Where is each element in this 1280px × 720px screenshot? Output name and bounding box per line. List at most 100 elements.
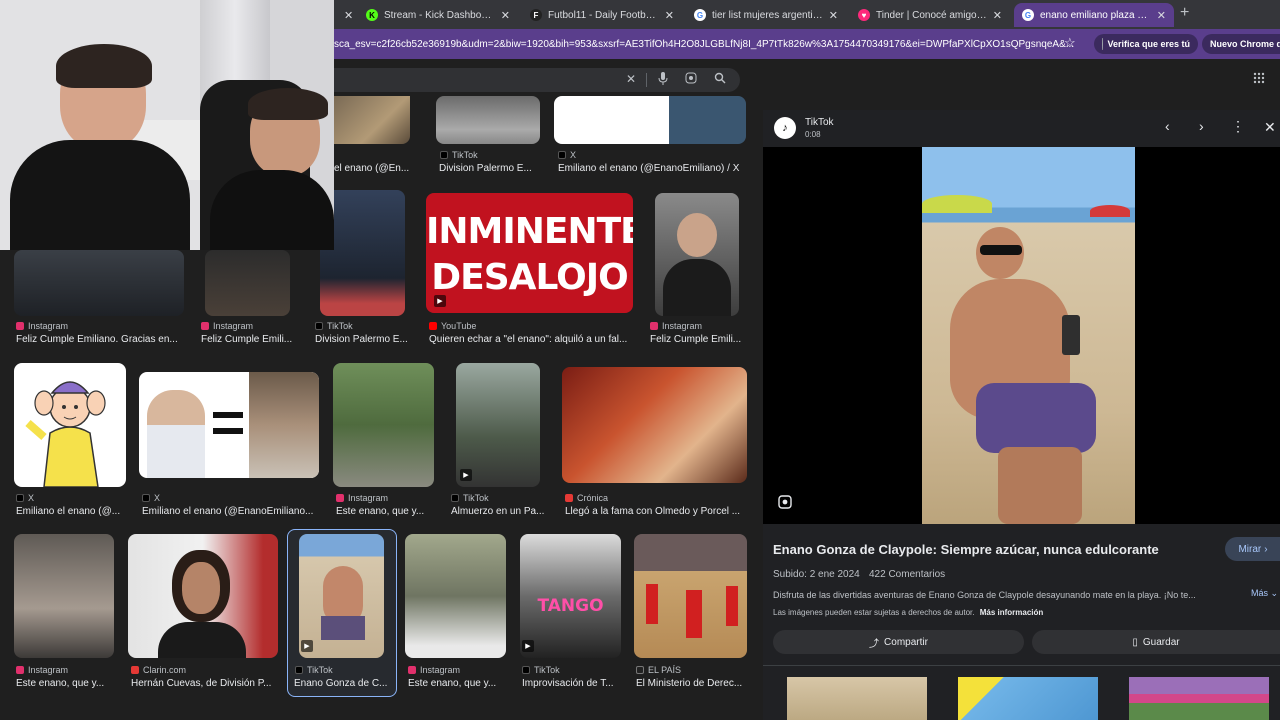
cam-person-left-hair <box>56 44 152 88</box>
tab-title: Futbol11 - Daily Football Game <box>548 9 659 21</box>
preview-source[interactable]: TikTok <box>805 117 834 128</box>
result-title[interactable]: Enano Gonza de C... <box>294 678 392 689</box>
tab-google-search-active[interactable]: G enano emiliano plaza serrano ✕ <box>1014 3 1174 27</box>
play-icon: ▶ <box>460 469 472 481</box>
image-result[interactable] <box>14 534 114 658</box>
tiktok-icon <box>315 322 323 330</box>
close-icon[interactable]: ✕ <box>501 9 510 22</box>
close-icon[interactable]: ✕ <box>993 9 1002 22</box>
close-icon[interactable]: ✕ <box>1157 9 1166 22</box>
google-icon: G <box>694 9 706 21</box>
image-result[interactable] <box>562 367 747 483</box>
result-title[interactable]: Emiliano el enano (@EnanoEmiliano) / X <box>558 163 748 174</box>
microphone-icon[interactable] <box>658 72 668 88</box>
image-result[interactable] <box>655 193 739 316</box>
result-source: X <box>16 493 34 503</box>
close-icon[interactable]: ✕ <box>829 9 838 22</box>
instagram-icon <box>16 666 24 674</box>
result-title[interactable]: Emiliano el enano (@EnanoEmiliano... <box>142 506 318 517</box>
can <box>1062 315 1080 355</box>
next-icon[interactable]: › <box>1199 118 1204 134</box>
share-label: Compartir <box>884 636 928 648</box>
result-source: TikTok <box>295 665 333 675</box>
image-result[interactable] <box>14 250 184 316</box>
result-title[interactable]: Emiliano el enano (@... <box>16 506 126 517</box>
webcam-overlay <box>0 0 334 250</box>
upload-date: Subido: 2 ene 2024 <box>773 569 860 580</box>
result-title[interactable]: Feliz Cumple Emili... <box>201 334 295 345</box>
tab-tinder[interactable]: ♥ Tinder | Conocé amigos y gente ✕ <box>850 3 1010 27</box>
share-button[interactable]: ⤴ Compartir <box>773 630 1024 654</box>
result-title[interactable]: Division Palermo E... <box>439 163 539 174</box>
tab-title: Stream - Kick Dashboard <box>384 9 495 21</box>
result-title[interactable]: el enano (@En... <box>334 163 414 174</box>
result-title[interactable]: El Ministerio de Derec... <box>636 678 746 689</box>
result-title[interactable]: Improvisación de T... <box>522 678 620 689</box>
new-tab-icon[interactable]: + <box>1180 4 1189 22</box>
related-image[interactable] <box>1129 677 1269 720</box>
search-input[interactable]: ✕ <box>334 68 740 92</box>
image-result[interactable] <box>405 534 506 658</box>
image-result-selected[interactable]: ▶ <box>299 534 384 658</box>
image-result[interactable] <box>128 534 278 658</box>
tab-tier-list[interactable]: G tier list mujeres argentinas - Bu ✕ <box>686 3 846 27</box>
image-result[interactable] <box>333 363 434 487</box>
profile-verify-button[interactable]: Verifica que eres tú <box>1094 34 1198 54</box>
image-result[interactable] <box>205 250 290 316</box>
result-title[interactable]: Division Palermo E... <box>315 334 411 345</box>
save-button[interactable]: ▯ Guardar <box>1032 630 1280 654</box>
bookmark-star-icon[interactable]: ☆ <box>1064 35 1076 51</box>
image-result[interactable] <box>139 372 319 478</box>
search-icon[interactable] <box>714 72 726 87</box>
close-icon[interactable]: ✕ <box>1264 119 1276 136</box>
watch-button[interactable]: Mirar › <box>1225 537 1280 561</box>
cam-person-left-body <box>10 140 190 250</box>
tab-close-partial[interactable]: ✕ <box>334 3 354 27</box>
image-result[interactable] <box>436 96 540 144</box>
more-info-link[interactable]: Más información <box>980 608 1044 617</box>
result-title[interactable]: Quieren echar a "el enano": alquiló a un… <box>429 334 633 345</box>
preview-title[interactable]: Enano Gonza de Claypole: Siempre azúcar,… <box>773 542 1159 557</box>
tab-kick[interactable]: K Stream - Kick Dashboard ✕ <box>358 3 518 27</box>
result-title[interactable]: Llegó a la fama con Olmedo y Porcel ... <box>565 506 745 517</box>
result-title[interactable]: Feliz Cumple Emili... <box>650 334 744 345</box>
result-title[interactable]: Este enano, que y... <box>16 678 114 689</box>
cam-person-right-hair <box>248 88 328 120</box>
image-preview-panel: ♪ TikTok 0:08 ‹ › ⋮ ✕ Enano Gonza de Cla… <box>763 110 1280 720</box>
more-options-icon[interactable]: ⋮ <box>1231 118 1245 135</box>
tinder-icon: ♥ <box>858 9 870 21</box>
dopey-cartoon-image[interactable] <box>14 363 126 487</box>
clear-icon[interactable]: ✕ <box>626 72 636 86</box>
result-title[interactable]: Feliz Cumple Emiliano. Gracias en... <box>16 334 184 345</box>
related-image[interactable] <box>787 677 927 720</box>
x-icon <box>558 151 566 159</box>
tab-futbol11[interactable]: F Futbol11 - Daily Football Game ✕ <box>522 3 682 27</box>
result-title[interactable]: Este enano, que y... <box>408 678 506 689</box>
play-icon: ▶ <box>301 640 313 652</box>
google-apps-icon[interactable] <box>1253 71 1265 87</box>
result-title[interactable]: Este enano, que y... <box>336 506 434 517</box>
person-head <box>677 213 717 257</box>
person-right <box>249 372 319 478</box>
close-icon[interactable]: ✕ <box>665 9 674 22</box>
more-button[interactable]: Más ⌄ <box>1251 588 1278 599</box>
instagram-icon <box>16 322 24 330</box>
tango-image[interactable]: TANGO ▶ <box>520 534 621 658</box>
new-chrome-button[interactable]: Nuevo Chrome disp <box>1202 34 1280 54</box>
tab-title: Tinder | Conocé amigos y gente <box>876 9 987 21</box>
result-title[interactable]: Almuerzo en un Pa... <box>451 506 547 517</box>
image-result[interactable]: ▶ <box>456 363 540 487</box>
image-result[interactable] <box>334 96 410 144</box>
close-icon[interactable]: ✕ <box>344 9 353 22</box>
result-title[interactable]: Hernán Cuevas, de División P... <box>131 678 277 689</box>
lens-icon[interactable] <box>685 72 697 87</box>
image-result[interactable] <box>554 96 746 144</box>
youtube-thumbnail-desalojo[interactable]: INMINENTE DESALOJO ▶ <box>426 193 633 313</box>
url-field[interactable]: sca_esv=c2f26cb52e36919b&udm=2&biw=1920&… <box>334 32 1086 56</box>
image-result[interactable] <box>634 534 747 658</box>
instagram-icon <box>650 322 658 330</box>
previous-icon[interactable]: ‹ <box>1165 118 1170 134</box>
lens-search-icon[interactable] <box>778 495 792 514</box>
preview-media[interactable] <box>763 147 1280 524</box>
related-image[interactable] <box>958 677 1098 720</box>
